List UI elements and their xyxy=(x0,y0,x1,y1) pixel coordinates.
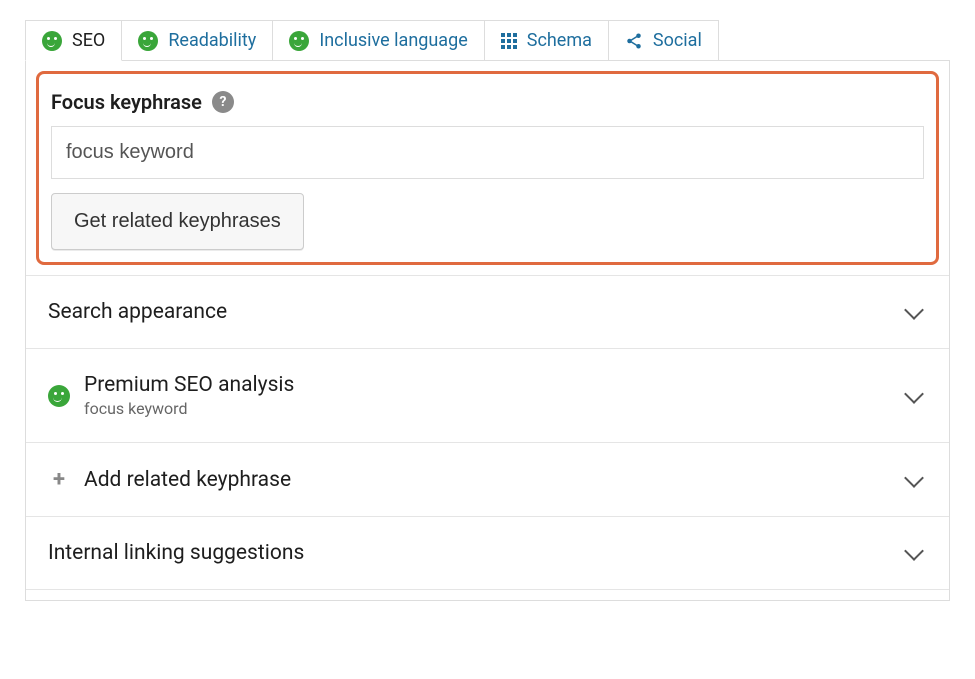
focus-keyphrase-label: Focus keyphrase xyxy=(51,90,202,114)
focus-keyphrase-box: Focus keyphrase ? Get related keyphrases xyxy=(36,71,939,265)
tabs-bar: SEO Readability Inclusive language Schem… xyxy=(25,20,950,60)
accordion-search-appearance[interactable]: Search appearance xyxy=(26,276,949,349)
accordion-title: Add related keyphrase xyxy=(84,468,291,492)
tab-label: Social xyxy=(653,30,702,51)
chevron-down-icon xyxy=(904,300,924,320)
smiley-icon xyxy=(42,31,62,51)
grid-icon xyxy=(501,33,517,49)
tab-inclusive-language[interactable]: Inclusive language xyxy=(272,20,484,60)
plus-icon: + xyxy=(48,467,70,492)
chevron-down-icon xyxy=(904,384,924,404)
seo-panel: Focus keyphrase ? Get related keyphrases… xyxy=(25,60,950,601)
accordion-subtitle: focus keyword xyxy=(84,399,294,418)
accordion-title: Search appearance xyxy=(48,300,227,324)
tab-label: Readability xyxy=(168,30,256,51)
tab-label: SEO xyxy=(72,30,105,51)
tab-seo[interactable]: SEO xyxy=(25,20,122,61)
share-icon xyxy=(625,32,643,50)
tab-label: Schema xyxy=(527,30,592,51)
tab-label: Inclusive language xyxy=(319,30,467,51)
accordion-title: Internal linking suggestions xyxy=(48,541,304,565)
tab-readability[interactable]: Readability xyxy=(121,20,273,60)
accordion: Search appearance Premium SEO analysis f… xyxy=(26,275,949,590)
accordion-premium-seo-analysis[interactable]: Premium SEO analysis focus keyword xyxy=(26,349,949,443)
smiley-icon xyxy=(48,385,70,407)
accordion-title: Premium SEO analysis xyxy=(84,373,294,397)
accordion-internal-linking[interactable]: Internal linking suggestions xyxy=(26,517,949,590)
focus-label-row: Focus keyphrase ? xyxy=(51,90,924,114)
get-related-keyphrases-button[interactable]: Get related keyphrases xyxy=(51,193,304,250)
smiley-icon xyxy=(289,31,309,51)
focus-keyphrase-input[interactable] xyxy=(51,126,924,179)
tab-schema[interactable]: Schema xyxy=(484,20,609,60)
accordion-add-related-keyphrase[interactable]: + Add related keyphrase xyxy=(26,443,949,517)
accordion-title-stack: Premium SEO analysis focus keyword xyxy=(84,373,294,418)
help-icon[interactable]: ? xyxy=(212,91,234,113)
chevron-down-icon xyxy=(904,468,924,488)
smiley-icon xyxy=(138,31,158,51)
chevron-down-icon xyxy=(904,541,924,561)
tab-social[interactable]: Social xyxy=(608,20,719,60)
